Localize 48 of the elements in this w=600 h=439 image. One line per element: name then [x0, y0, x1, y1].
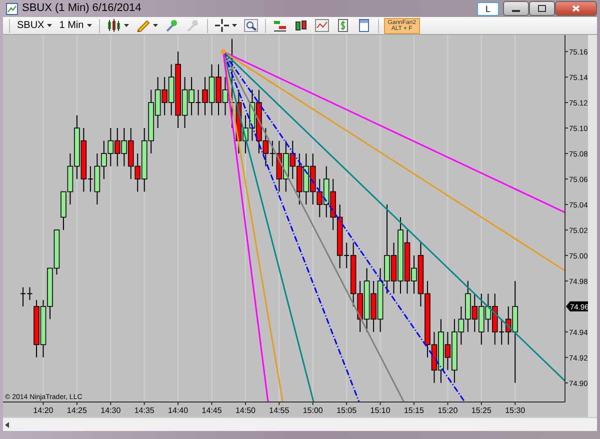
window-title: SBUX (1 Min) 6/16/2014 — [22, 1, 142, 16]
pencil-icon — [136, 19, 150, 32]
link-button[interactable]: L — [477, 2, 499, 16]
close-icon — [572, 5, 580, 12]
bars-icon — [272, 19, 287, 32]
line-chart-icon — [314, 19, 329, 32]
time-label: 14:50 — [235, 406, 256, 415]
toolbar-dropdown[interactable]: 1 Min — [57, 18, 94, 33]
caret-icon — [152, 24, 158, 27]
time-label: 14:45 — [202, 406, 222, 415]
caret-icon — [47, 24, 52, 27]
pin-icon — [164, 19, 179, 32]
time-label: 14:30 — [100, 406, 121, 415]
line-chart-button[interactable] — [312, 19, 331, 32]
time-label: 15:10 — [370, 406, 390, 415]
maximize-icon — [538, 5, 546, 12]
time-label: 15:20 — [438, 406, 458, 415]
time-label: 15:00 — [302, 406, 323, 415]
time-label: 15:15 — [404, 406, 424, 415]
time-label: 15:30 — [505, 406, 526, 415]
chart-app-icon — [6, 2, 18, 14]
caret-icon — [86, 24, 92, 27]
time-label: 14:20 — [33, 406, 54, 415]
vertical-scrollbar[interactable] — [588, 35, 597, 417]
horizontal-scrollbar[interactable] — [3, 417, 597, 431]
dollar-icon — [336, 19, 350, 32]
toolbar-dropdown[interactable]: SBUX — [15, 18, 54, 33]
crosshair-button[interactable] — [212, 19, 239, 32]
candlestick-icon — [294, 19, 308, 32]
candlestick-icon — [106, 19, 121, 32]
time-label: 15:25 — [471, 406, 492, 415]
maximize-button[interactable] — [529, 1, 555, 16]
time-label: 14:35 — [134, 406, 154, 415]
time-label: 14:55 — [269, 406, 290, 415]
time-label: 14:25 — [66, 406, 87, 415]
zoom-icon — [244, 19, 258, 32]
close-button[interactable] — [555, 1, 597, 16]
zoom-button[interactable] — [242, 19, 260, 32]
time-label: 15:05 — [336, 406, 357, 415]
crosshair-icon — [214, 19, 229, 32]
caret-icon — [232, 24, 237, 27]
scroll-left-arrow-icon[interactable] — [3, 420, 11, 428]
minimize-button[interactable] — [503, 1, 529, 16]
panel-icon — [356, 19, 371, 32]
caret-icon — [124, 24, 129, 27]
time-label: 14:40 — [168, 406, 188, 415]
pin-icon — [186, 19, 200, 32]
anchor-point[interactable] — [220, 49, 226, 54]
